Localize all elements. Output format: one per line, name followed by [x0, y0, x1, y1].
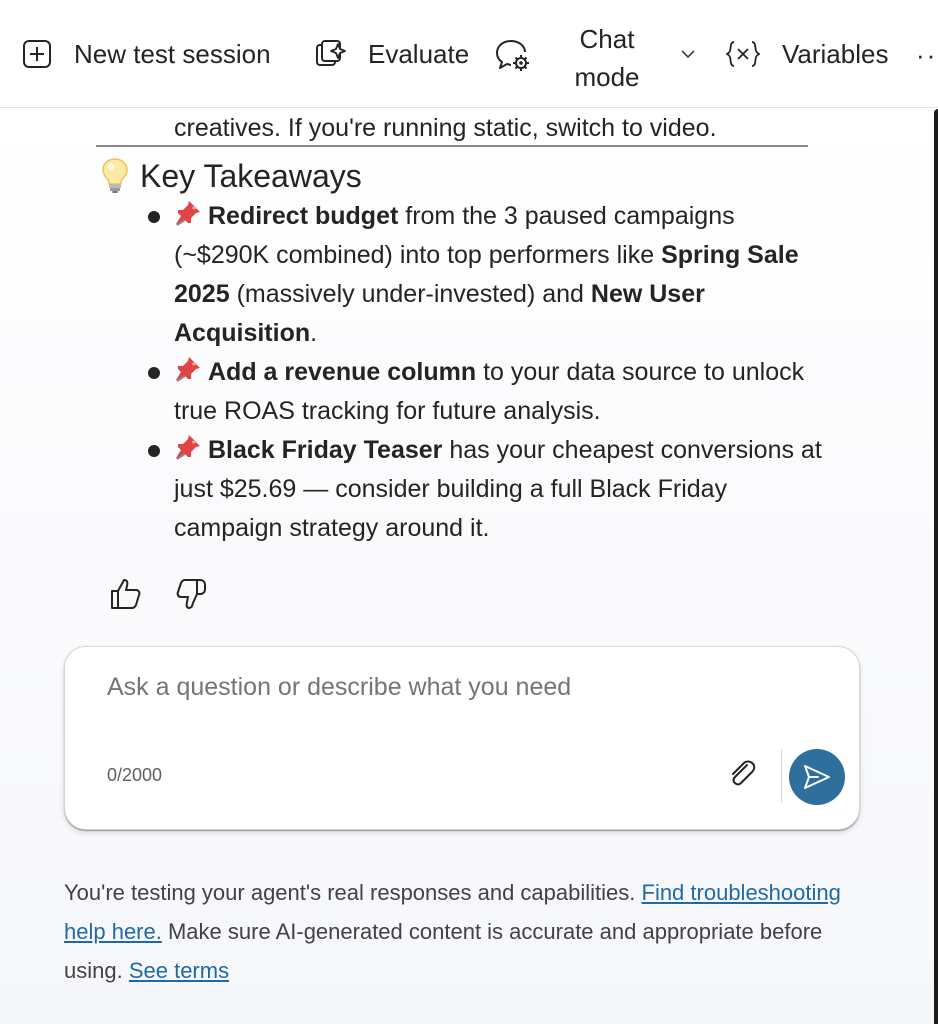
- heading-text: Key Takeaways: [140, 157, 362, 194]
- previous-message-line: creatives. If you're running static, swi…: [174, 114, 717, 142]
- new-test-session-label: New test session: [74, 38, 271, 69]
- variables-label: Variables: [782, 38, 889, 69]
- footer-text: You're testing your agent's real respons…: [64, 880, 642, 905]
- disclaimer-footer: You're testing your agent's real respons…: [64, 873, 864, 990]
- lightbulb-icon: [102, 158, 128, 193]
- thumbs-up-icon[interactable]: [108, 576, 144, 612]
- send-button[interactable]: [789, 749, 845, 805]
- item-text: .: [310, 319, 318, 347]
- variables-icon: [726, 41, 760, 67]
- item-bold: Add a revenue column: [208, 358, 477, 386]
- evaluate-sparkle-icon: [316, 40, 346, 66]
- character-counter: 0/2000: [107, 765, 163, 785]
- more-options-button[interactable]: ··: [916, 40, 937, 71]
- bullet: [148, 445, 160, 457]
- key-takeaways-heading: Key Takeaways: [100, 155, 362, 197]
- evaluate-button[interactable]: Evaluate: [314, 24, 469, 84]
- list-item: Black Friday Teaser has your cheapest co…: [174, 431, 824, 548]
- bullet: [148, 367, 160, 379]
- new-test-session-button[interactable]: New test session: [22, 24, 271, 84]
- item-bold: Redirect budget: [208, 202, 399, 230]
- bullet: [148, 211, 160, 223]
- chevron-down-icon: [681, 50, 695, 59]
- chat-input[interactable]: [107, 673, 807, 702]
- variables-button[interactable]: Variables: [726, 24, 888, 84]
- pushpin-icon: [176, 435, 200, 460]
- pushpin-icon: [176, 357, 200, 382]
- add-square-icon: [23, 40, 51, 68]
- input-separator: [781, 749, 782, 803]
- chat-input-card: 0/2000: [64, 646, 860, 830]
- pushpin-icon: [176, 201, 200, 226]
- evaluate-label: Evaluate: [368, 38, 470, 69]
- item-text: (massively under-invested) and: [229, 280, 591, 308]
- see-terms-link[interactable]: See terms: [129, 958, 229, 983]
- chat-mode-label: Chat mode: [574, 24, 640, 92]
- chat-settings-icon: [496, 40, 529, 71]
- toolbar: New test session Evaluate Chat mode Vari…: [0, 0, 938, 108]
- attach-icon[interactable]: [725, 757, 759, 791]
- item-bold: Black Friday Teaser: [208, 436, 443, 464]
- thumbs-down-icon[interactable]: [174, 576, 210, 612]
- list-item: Redirect budget from the 3 paused campai…: [174, 197, 824, 353]
- send-icon: [804, 765, 830, 789]
- horizontal-divider: [96, 145, 808, 147]
- window-edge: [934, 109, 938, 1024]
- list-item: Add a revenue column to your data source…: [174, 353, 824, 431]
